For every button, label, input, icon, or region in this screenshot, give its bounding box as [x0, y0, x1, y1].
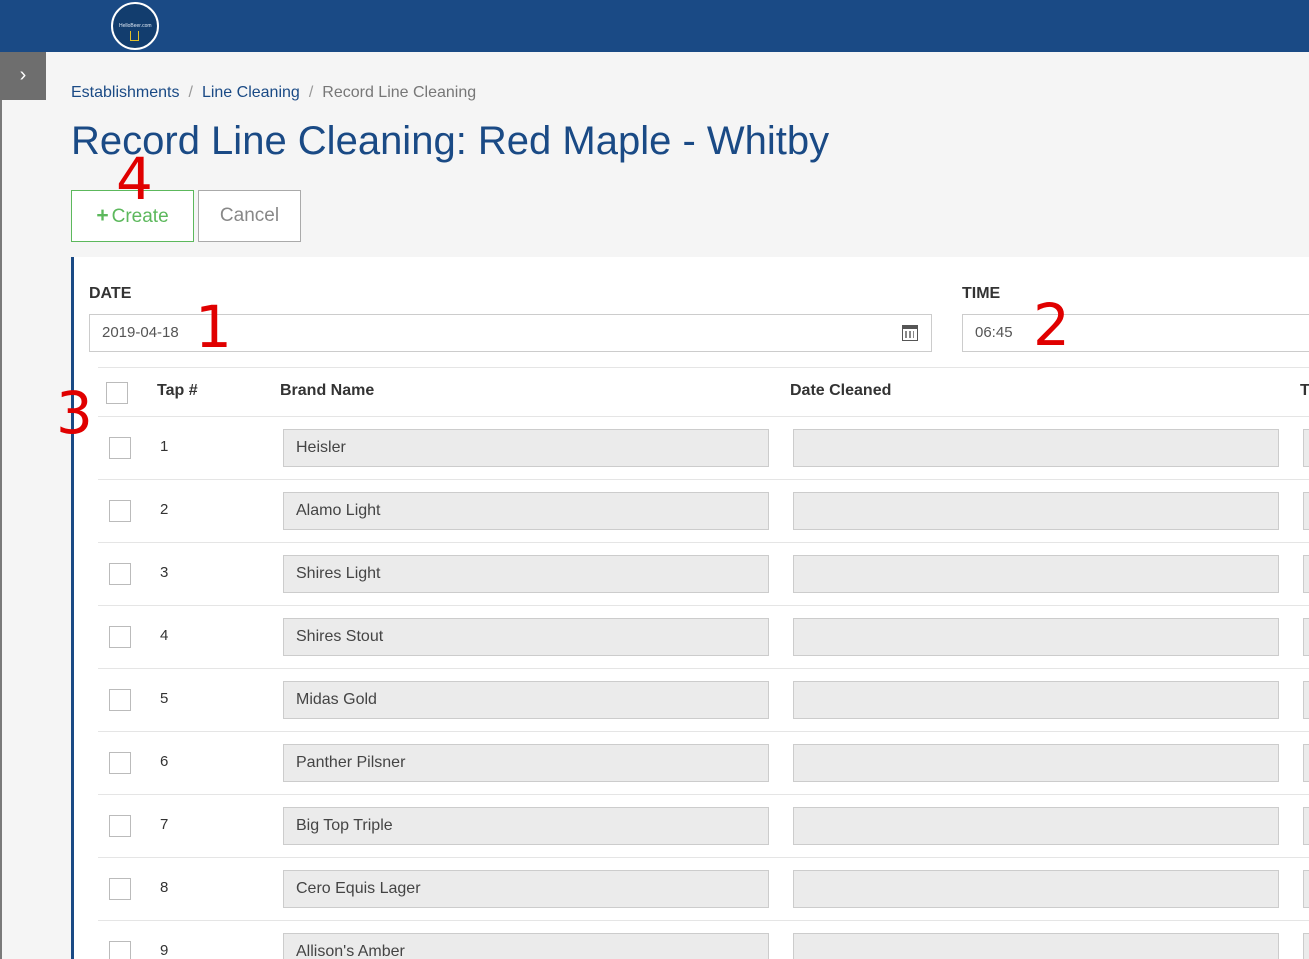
truncated-field	[1303, 744, 1309, 782]
table-row: 6 Panther Pilsner	[98, 731, 1309, 794]
date-cleaned-field	[793, 492, 1279, 530]
date-cleaned-field	[793, 870, 1279, 908]
plus-icon: +	[96, 204, 109, 227]
brand-name-field: Alamo Light	[283, 492, 769, 530]
site-logo[interactable]: HelloBeer.com	[111, 2, 159, 50]
tap-number: 4	[160, 627, 169, 644]
date-cleaned-field	[793, 555, 1279, 593]
create-button[interactable]: + Create	[71, 190, 194, 242]
logo-text: HelloBeer.com	[119, 23, 152, 29]
brand-name-field: Heisler	[283, 429, 769, 467]
date-cleaned-field	[793, 744, 1279, 782]
date-label: DATE	[89, 285, 132, 302]
breadcrumb-separator: /	[308, 84, 314, 101]
table-top-divider	[98, 367, 1309, 368]
tap-number: 3	[160, 564, 169, 581]
line-cleaning-form: DATE 2019-04-18 TIME 06:45 Tap # Brand N…	[71, 257, 1309, 959]
date-cleaned-field	[793, 429, 1279, 467]
brand-name-field: Panther Pilsner	[283, 744, 769, 782]
truncated-field	[1303, 492, 1309, 530]
table-row: 2 Alamo Light	[98, 479, 1309, 542]
top-navbar: HelloBeer.com	[0, 0, 1309, 52]
cancel-button-label: Cancel	[219, 205, 280, 226]
table-row: 8 Cero Equis Lager	[98, 857, 1309, 920]
tap-number: 1	[160, 438, 169, 455]
table-row: 5 Midas Gold	[98, 668, 1309, 731]
tap-number: 5	[160, 690, 169, 707]
time-label: TIME	[962, 285, 1001, 302]
brand-name-field: Shires Light	[283, 555, 769, 593]
brand-name-field: Shires Stout	[283, 618, 769, 656]
brand-name-field: Cero Equis Lager	[283, 870, 769, 908]
truncated-field	[1303, 618, 1309, 656]
column-header-tap: Tap #	[157, 382, 198, 399]
column-header-brand-name: Brand Name	[280, 382, 375, 399]
page-title: Record Line Cleaning: Red Maple - Whitby	[71, 119, 830, 163]
truncated-field	[1303, 555, 1309, 593]
row-checkbox[interactable]	[109, 815, 131, 837]
time-value: 06:45	[975, 324, 1013, 341]
brand-name-field: Allison's Amber	[283, 933, 769, 959]
breadcrumb-separator: /	[188, 84, 193, 101]
truncated-field	[1303, 429, 1309, 467]
brand-name-field: Midas Gold	[283, 681, 769, 719]
breadcrumb-link-line-cleaning[interactable]: Line Cleaning	[202, 84, 300, 101]
chevron-right-icon: ›	[19, 64, 27, 86]
cancel-button[interactable]: Cancel	[198, 190, 301, 242]
row-checkbox[interactable]	[109, 689, 131, 711]
date-cleaned-field	[793, 681, 1279, 719]
breadcrumb: Establishments / Line Cleaning / Record Line…	[71, 84, 476, 102]
row-checkbox[interactable]	[109, 878, 131, 900]
table-row: 3 Shires Light	[98, 542, 1309, 605]
select-all-checkbox[interactable]	[106, 382, 128, 404]
row-checkbox[interactable]	[109, 626, 131, 648]
tap-number: 2	[160, 501, 169, 518]
truncated-field	[1303, 870, 1309, 908]
tap-number: 6	[160, 753, 169, 770]
truncated-field	[1303, 681, 1309, 719]
beer-glass-icon	[130, 31, 139, 41]
tap-number: 7	[160, 816, 169, 833]
date-cleaned-field	[793, 618, 1279, 656]
date-cleaned-field	[793, 933, 1279, 959]
table-row: 4 Shires Stout	[98, 605, 1309, 668]
truncated-field	[1303, 807, 1309, 845]
tap-number: 9	[160, 942, 169, 959]
time-input[interactable]: 06:45	[962, 314, 1309, 352]
table-row: 7 Big Top Triple	[98, 794, 1309, 857]
row-checkbox[interactable]	[109, 941, 131, 959]
date-cleaned-field	[793, 807, 1279, 845]
sidebar-toggle-button[interactable]: ›	[0, 52, 46, 100]
row-checkbox[interactable]	[109, 752, 131, 774]
table-row: 9 Allison's Amber	[98, 920, 1309, 959]
truncated-field	[1303, 933, 1309, 959]
row-checkbox[interactable]	[109, 437, 131, 459]
column-header-truncated: T	[1300, 382, 1309, 399]
column-header-date-cleaned: Date Cleaned	[790, 382, 892, 399]
sidebar-edge	[0, 52, 2, 959]
table-row: 1 Heisler	[98, 416, 1309, 479]
row-checkbox[interactable]	[109, 500, 131, 522]
date-value: 2019-04-18	[102, 324, 179, 341]
breadcrumb-current: Record Line Cleaning	[322, 84, 477, 101]
calendar-icon[interactable]	[902, 325, 918, 341]
create-button-label: Create	[111, 206, 169, 227]
breadcrumb-link-establishments[interactable]: Establishments	[71, 84, 180, 101]
brand-name-field: Big Top Triple	[283, 807, 769, 845]
row-checkbox[interactable]	[109, 563, 131, 585]
tap-number: 8	[160, 879, 169, 896]
date-input[interactable]: 2019-04-18	[89, 314, 932, 352]
